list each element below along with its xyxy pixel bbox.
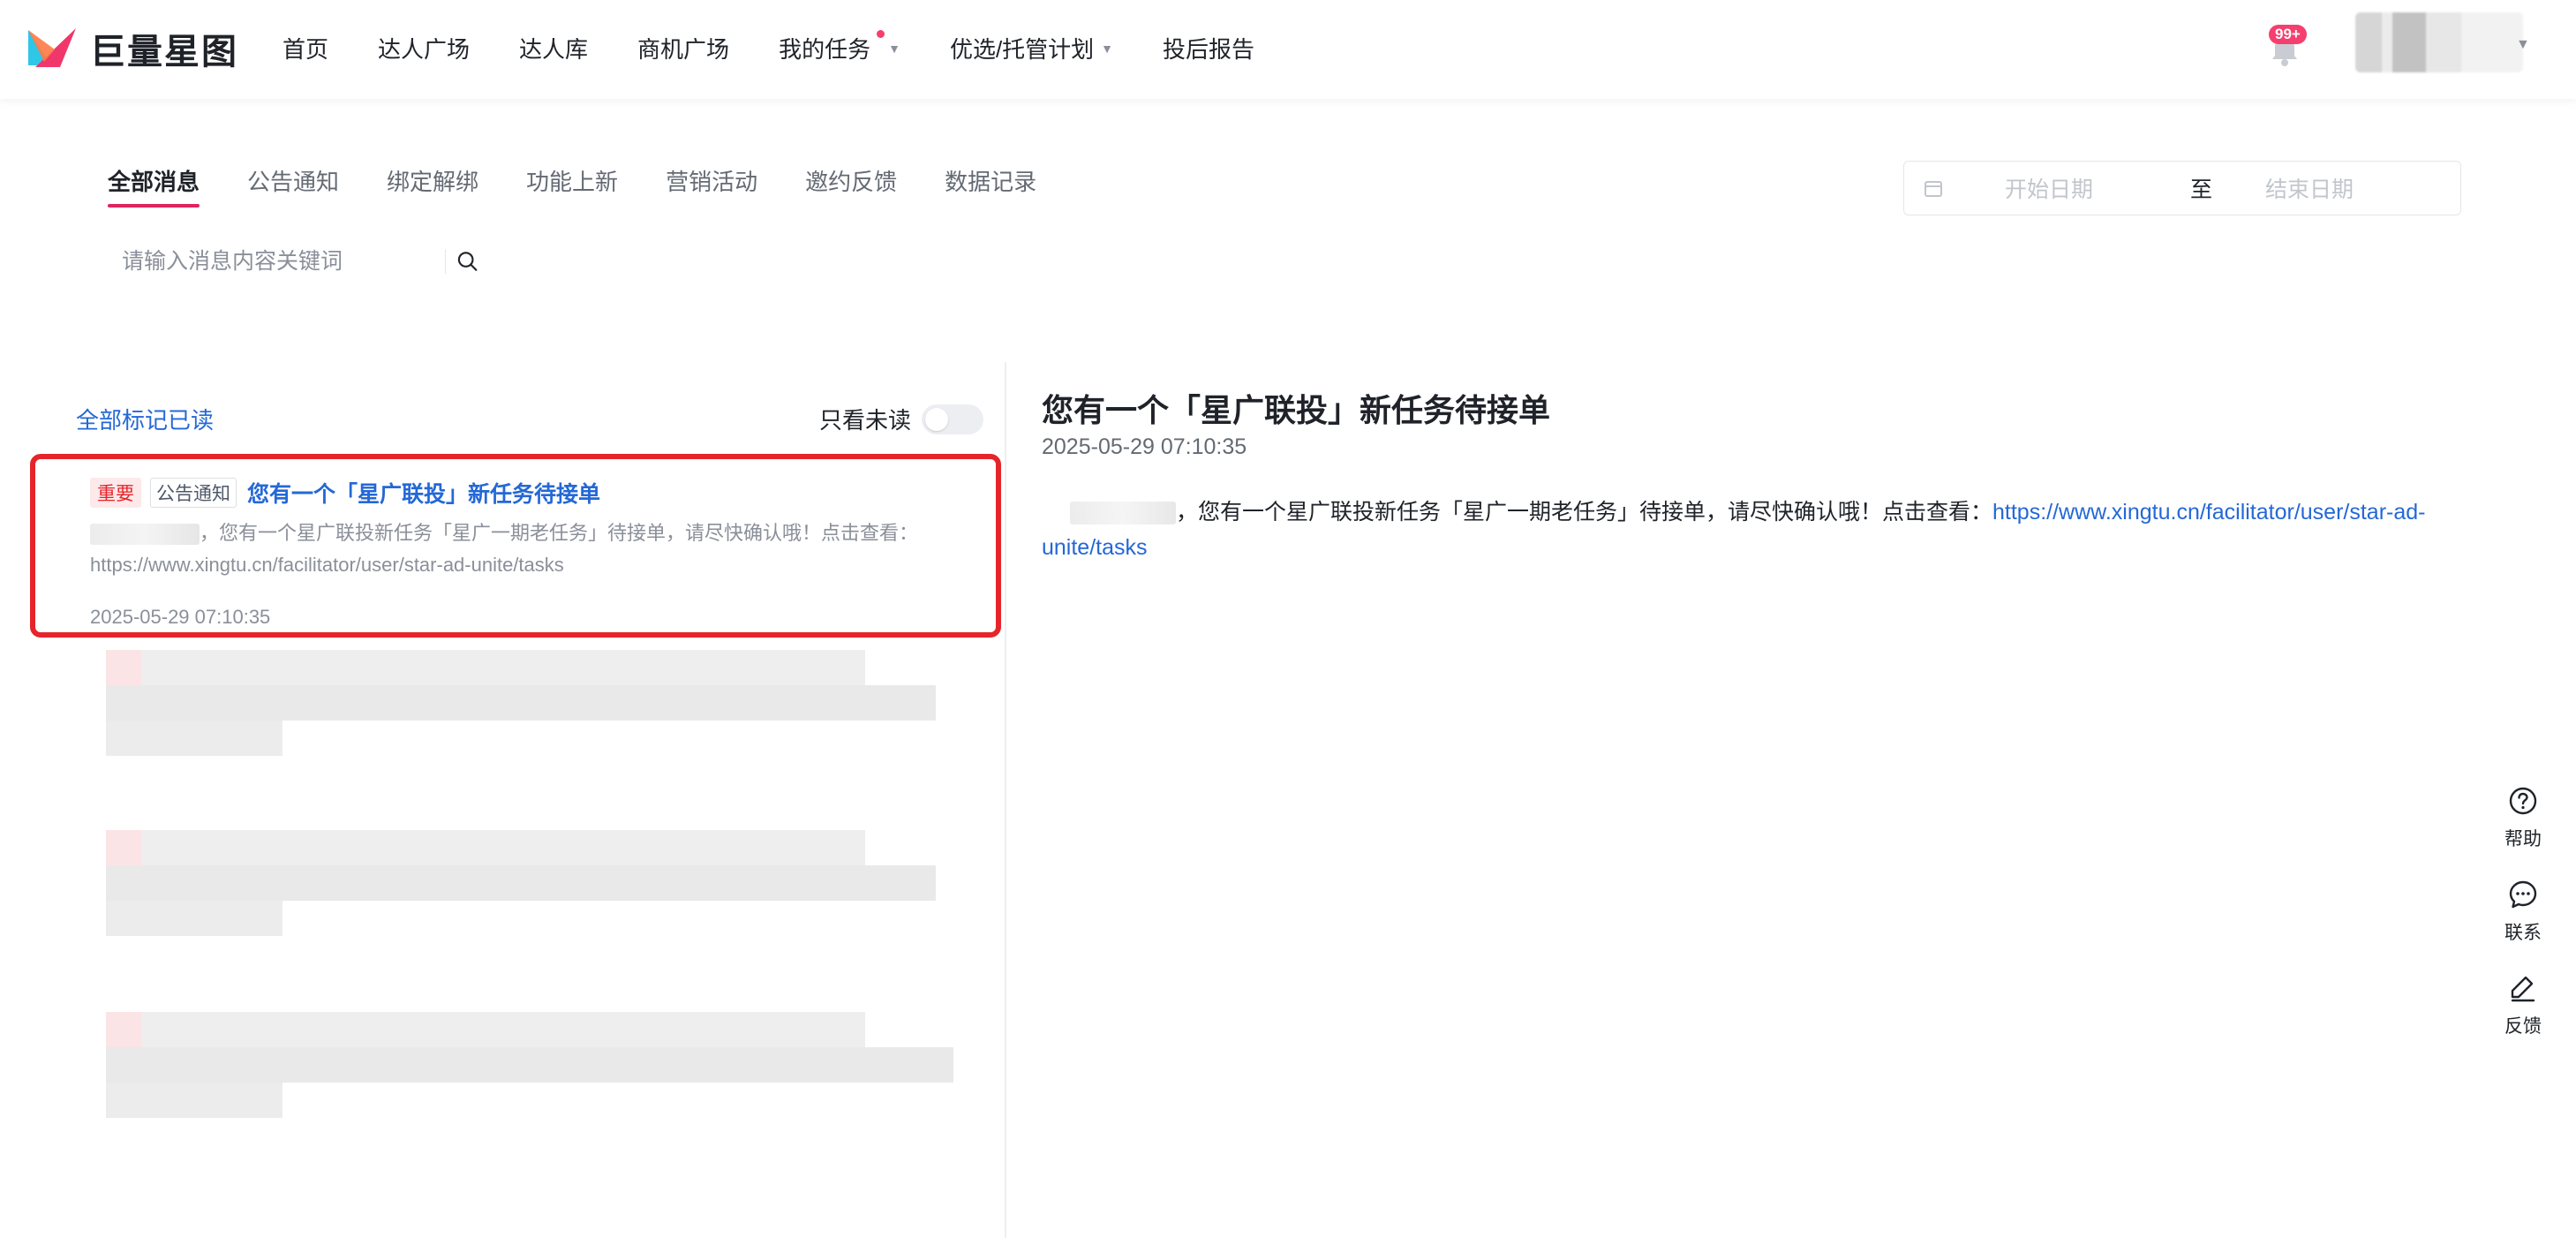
feedback-label: 反馈 (2504, 1016, 2542, 1037)
top-navbar: 巨量星图 首页 达人广场 达人库 商机广场 我的任务 ▼ 优选/托管计划 ▼ 投… (0, 0, 2576, 99)
nav-creator-plaza[interactable]: 达人广场 (378, 32, 470, 64)
only-unread-toggle[interactable] (922, 404, 984, 434)
search-input[interactable] (108, 248, 445, 275)
message-preview-text: ，您有一个星广联投新任务「星广一期老任务」待接单，请尽快确认哦！点击查看：htt… (90, 522, 919, 576)
category-tag: 公告通知 (150, 478, 237, 508)
search-icon[interactable] (456, 250, 478, 273)
nav-managed-plan-label: 优选/托管计划 (949, 36, 1095, 63)
detail-time: 2025-05-29 07:10:35 (1042, 434, 1247, 459)
tab-new-features[interactable]: 功能上新 (526, 164, 618, 208)
nav-opportunity-plaza[interactable]: 商机广场 (637, 32, 729, 64)
nav-my-tasks-label: 我的任务 (779, 36, 871, 63)
brand-name: 巨量星图 (90, 33, 238, 72)
only-unread-label: 只看未读 (819, 407, 912, 434)
chat-icon (2509, 880, 2537, 909)
search-divider (444, 249, 446, 274)
search-bar (108, 240, 478, 283)
contact-button[interactable]: 联系 (2488, 879, 2558, 973)
message-tabs: 全部消息 公告通知 绑定解绑 功能上新 营销活动 邀约反馈 数据记录 (108, 164, 1084, 208)
end-date-input[interactable]: 结束日期 (2265, 172, 2354, 204)
message-item[interactable]: 重要 公告通知 您有一个「星广联投」新任务待接单 ，您有一个星广联投新任务「星广… (30, 454, 1001, 638)
redacted-list-item[interactable] (106, 1012, 971, 1153)
tab-data-records[interactable]: 数据记录 (945, 164, 1036, 208)
tab-announcements[interactable]: 公告通知 (247, 164, 339, 208)
detail-content: ，您有一个星广联投新任务「星广一期老任务」待接单，请尽快确认哦！点击查看：htt… (1042, 494, 2472, 565)
nav-creator-library[interactable]: 达人库 (519, 32, 588, 64)
redacted-list-item[interactable] (106, 650, 971, 791)
message-list-panel: 全部标记已读 只看未读 重要 公告通知 您有一个「星广联投」新任务待接单 ，您有… (0, 362, 1005, 1238)
chevron-down-icon: ▼ (1101, 41, 1114, 56)
start-date-input[interactable]: 开始日期 (2005, 172, 2164, 204)
tab-invite-feedback[interactable]: 邀约反馈 (805, 164, 897, 208)
help-button[interactable]: 帮助 (2488, 786, 2558, 879)
notification-badge: 99+ (2269, 25, 2307, 44)
redacted-list-item[interactable] (106, 830, 971, 971)
date-range-picker[interactable]: 开始日期 至 结束日期 (1903, 161, 2461, 215)
nav-opportunity-plaza-label: 商机广场 (637, 36, 730, 63)
chevron-down-icon[interactable]: ▼ (2516, 37, 2530, 53)
floating-toolbar: 帮助 联系 反馈 (2488, 786, 2558, 1067)
contact-label: 联系 (2504, 923, 2542, 943)
tab-marketing[interactable]: 营销活动 (666, 164, 757, 208)
logo-icon (28, 28, 76, 67)
nav-post-report[interactable]: 投后报告 (1163, 32, 1254, 64)
message-time: 2025-05-29 07:10:35 (90, 606, 271, 628)
message-header: 重要 公告通知 您有一个「星广联投」新任务待接单 (90, 477, 600, 509)
mark-all-read-link[interactable]: 全部标记已读 (76, 403, 214, 435)
date-separator: 至 (2190, 177, 2213, 202)
nav-my-tasks[interactable]: 我的任务 ▼ (779, 30, 900, 64)
only-unread-filter: 只看未读 (819, 403, 984, 435)
nav-creator-library-label: 达人库 (519, 36, 589, 63)
feedback-button[interactable]: 反馈 (2488, 973, 2558, 1067)
detail-text: ，您有一个星广联投新任务「星广一期老任务」待接单，请尽快确认哦！点击查看： (1176, 500, 1993, 525)
user-avatar[interactable] (2355, 12, 2523, 72)
nav-home-label: 首页 (282, 36, 329, 63)
help-label: 帮助 (2504, 829, 2542, 849)
main-nav: 首页 达人广场 达人库 商机广场 我的任务 ▼ 优选/托管计划 ▼ 投后报告 (282, 30, 1304, 64)
panel-divider (1005, 362, 1006, 1238)
nav-creator-plaza-label: 达人广场 (378, 36, 471, 63)
unread-dot (876, 30, 885, 38)
tab-bind-unbind[interactable]: 绑定解绑 (387, 164, 478, 208)
edit-icon (2511, 976, 2535, 1002)
tab-all-messages[interactable]: 全部消息 (108, 164, 200, 208)
important-tag: 重要 (90, 478, 141, 508)
detail-title: 您有一个「星广联投」新任务待接单 (1042, 392, 1551, 428)
message-preview: ，您有一个星广联投新任务「星广一期老任务」待接单，请尽快确认哦！点击查看：htt… (90, 517, 982, 581)
nav-post-report-label: 投后报告 (1163, 36, 1255, 63)
redacted-name (1070, 502, 1176, 525)
nav-managed-plan[interactable]: 优选/托管计划 ▼ (950, 32, 1113, 64)
message-title: 您有一个「星广联投」新任务待接单 (247, 482, 601, 507)
redacted-name (90, 524, 200, 546)
brand-logo[interactable]: 巨量星图 (25, 26, 238, 72)
calendar-icon (1924, 181, 1942, 197)
chevron-down-icon: ▼ (888, 41, 900, 56)
nav-home[interactable]: 首页 (282, 32, 328, 64)
help-icon (2509, 787, 2537, 815)
